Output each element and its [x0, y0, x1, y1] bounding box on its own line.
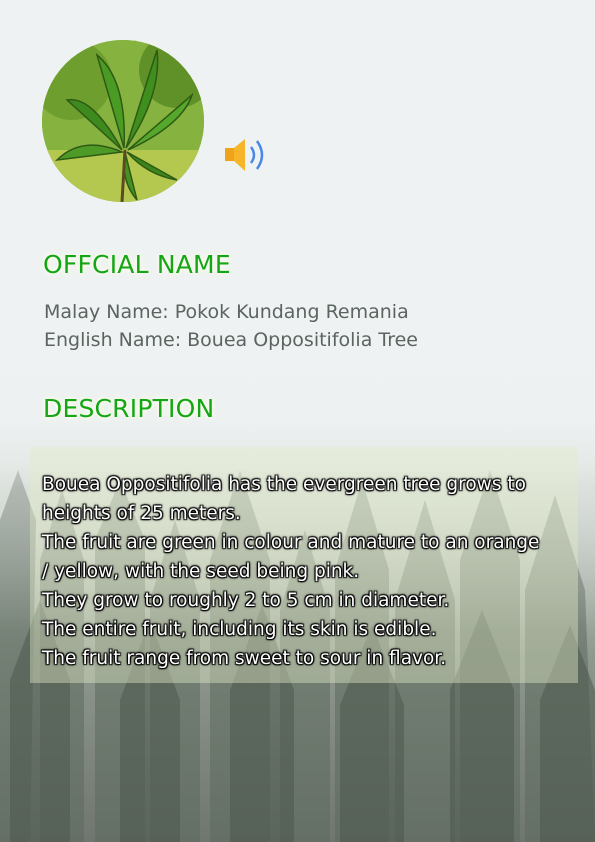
description-line: The fruit are green in colour and mature…: [42, 532, 540, 553]
malay-name: Malay Name: Pokok Kundang Remania: [44, 301, 409, 323]
leaves-photo-icon: [42, 40, 204, 202]
description-box: Bouea Oppositifolia has the evergreen tr…: [30, 447, 578, 683]
speaker-button[interactable]: [223, 132, 273, 178]
names-block: Malay Name: Pokok Kundang Remania Englis…: [44, 298, 418, 354]
description-heading: DESCRIPTION: [43, 394, 215, 423]
description-line: / yellow, with the seed being pink.: [42, 561, 360, 582]
speaker-icon: [225, 139, 264, 171]
plant-photo: [42, 40, 204, 202]
description-line: heights of 25 meters.: [42, 503, 241, 524]
description-line: Bouea Oppositifolia has the evergreen tr…: [42, 474, 526, 495]
description-line: The fruit range from sweet to sour in fl…: [42, 648, 447, 669]
description-line: They grow to roughly 2 to 5 cm in diamet…: [42, 590, 450, 611]
description-line: The entire fruit, including its skin is …: [42, 619, 437, 640]
english-name: English Name: Bouea Oppositifolia Tree: [44, 329, 418, 351]
official-name-heading: OFFCIAL NAME: [43, 250, 231, 279]
